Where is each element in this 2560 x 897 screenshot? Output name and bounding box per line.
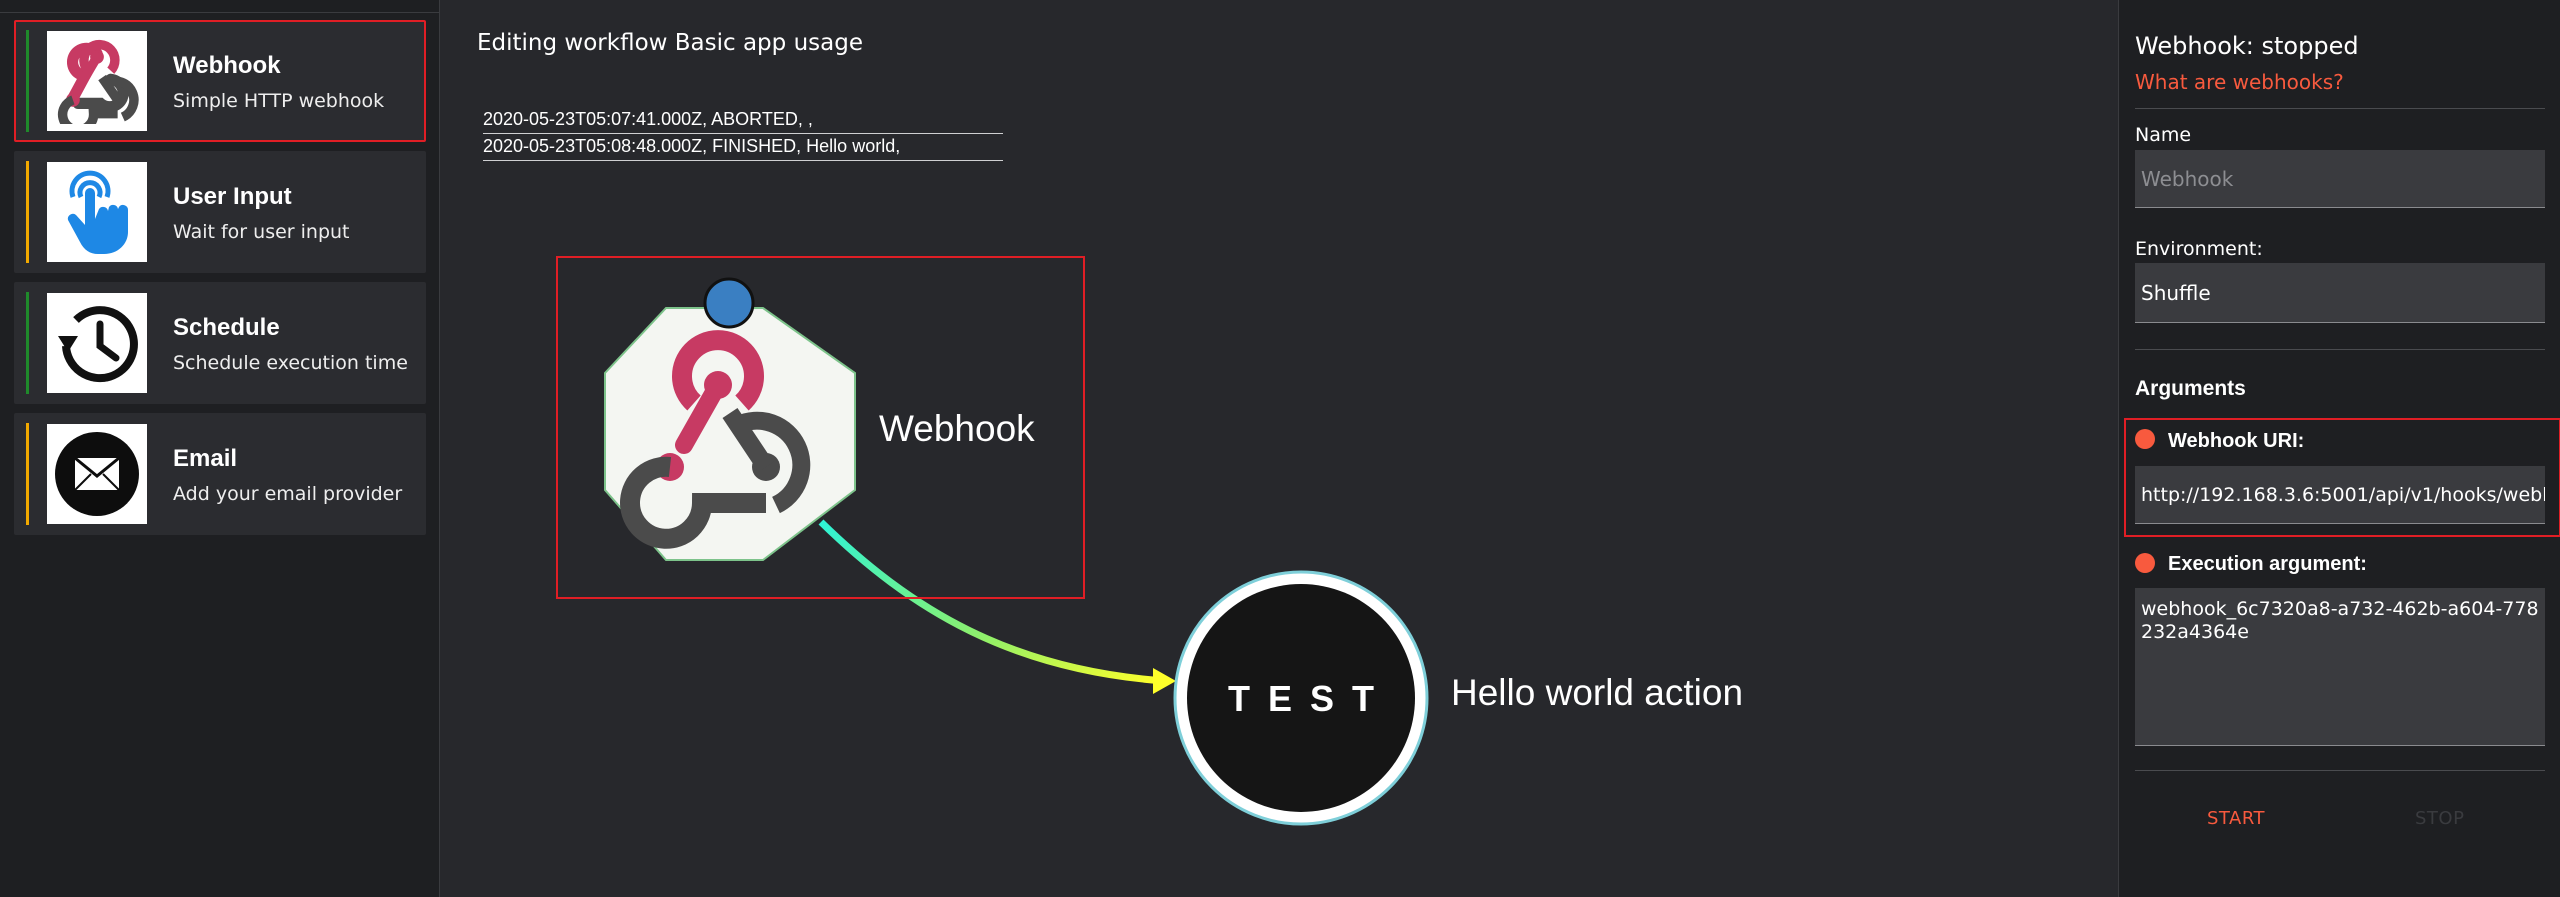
arguments-heading: Arguments	[2135, 377, 2246, 400]
divider	[2135, 349, 2545, 350]
trigger-status-bar	[26, 423, 29, 525]
trigger-subtitle: Add your email provider	[173, 483, 403, 505]
divider	[2135, 108, 2545, 109]
hand-pointer-icon	[47, 162, 147, 262]
trigger-item-schedule[interactable]: Schedule Schedule execution time	[14, 282, 426, 404]
trigger-title: Webhook	[173, 52, 281, 79]
trigger-item-webhook[interactable]: Webhook Simple HTTP webhook	[14, 20, 426, 142]
trigger-item-user-input[interactable]: User Input Wait for user input	[14, 151, 426, 273]
trigger-config-panel: Webhook: stopped What are webhooks? Name…	[2118, 0, 2560, 897]
webhook-icon	[47, 31, 147, 131]
required-indicator	[2135, 553, 2155, 573]
trigger-status-bar	[26, 292, 29, 394]
trigger-title: Email	[173, 445, 238, 472]
execution-argument-textarea[interactable]: webhook_6c7320a8-a732-462b-a604-778232a4…	[2135, 588, 2545, 746]
divider	[2135, 770, 2545, 771]
edge-arrowhead	[1153, 668, 1176, 694]
trigger-node-label: Webhook	[879, 408, 1035, 449]
trigger-status-bar	[26, 30, 29, 132]
trigger-sidebar: Webhook Simple HTTP webhook User Input W…	[0, 0, 440, 897]
envelope-icon	[47, 424, 147, 524]
start-button[interactable]: START	[2207, 808, 2265, 829]
execution-argument-label: Execution argument:	[2168, 553, 2367, 575]
trigger-title: User Input	[173, 183, 292, 210]
name-label: Name	[2135, 124, 2192, 146]
stop-button[interactable]: STOP	[2415, 808, 2464, 829]
environment-select[interactable]: Shuffle	[2135, 263, 2545, 323]
webhooks-help-link[interactable]: What are webhooks?	[2135, 70, 2344, 94]
required-indicator	[2135, 429, 2155, 449]
trigger-subtitle: Simple HTTP webhook	[173, 90, 385, 112]
trigger-status-bar	[26, 161, 29, 263]
webhook-uri-input[interactable]: http://192.168.3.6:5001/api/v1/hooks/web…	[2135, 466, 2545, 524]
test-icon-text: TEST	[1227, 678, 1392, 719]
workflow-canvas[interactable]: Editing workflow Basic app usage 2020-05…	[441, 0, 2118, 897]
clock-history-icon	[47, 293, 147, 393]
trigger-subtitle: Schedule execution time	[173, 352, 408, 374]
environment-label: Environment:	[2135, 238, 2263, 260]
trigger-subtitle: Wait for user input	[173, 221, 350, 243]
name-input[interactable]: Webhook	[2135, 150, 2545, 208]
trigger-item-email[interactable]: Email Add your email provider	[14, 413, 426, 535]
webhook-uri-label: Webhook URI:	[2168, 430, 2305, 452]
sidebar-divider	[0, 12, 440, 13]
action-node-label: Hello world action	[1451, 672, 1744, 713]
panel-title: Webhook: stopped	[2135, 32, 2359, 60]
trigger-title: Schedule	[173, 314, 280, 341]
